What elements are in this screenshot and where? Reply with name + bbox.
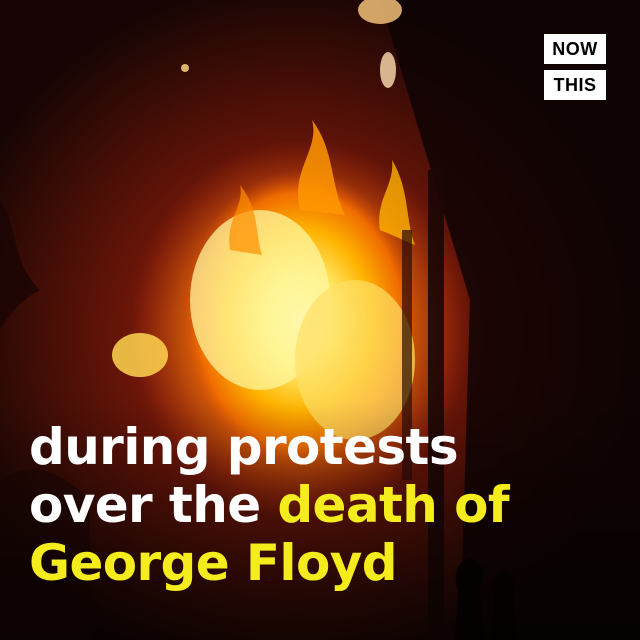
video-frame: NOW THIS during protests over the death … bbox=[0, 0, 640, 640]
caption: during protests over the death of George… bbox=[29, 418, 619, 592]
logo-this: THIS bbox=[544, 70, 606, 100]
caption-line-2-white: over the bbox=[29, 476, 278, 534]
caption-line-2: over the death of bbox=[29, 476, 619, 534]
logo-now: NOW bbox=[544, 34, 606, 64]
nowthis-logo: NOW THIS bbox=[544, 34, 606, 100]
caption-line-2-yellow: death of bbox=[277, 476, 509, 534]
caption-line-3: George Floyd bbox=[29, 534, 398, 592]
caption-line-1: during protests bbox=[29, 418, 459, 476]
